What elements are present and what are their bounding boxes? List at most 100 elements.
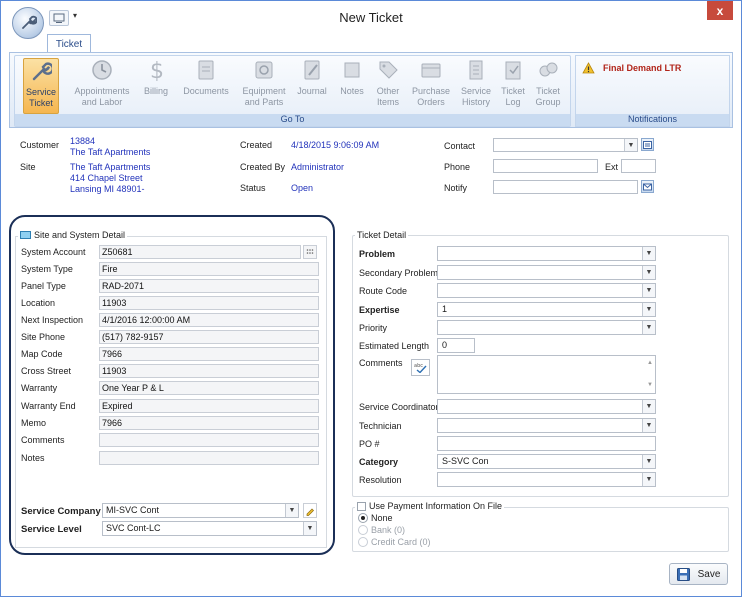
contact-label: Contact (444, 141, 476, 151)
svg-text:abc: abc (414, 363, 423, 369)
site-name-link[interactable]: The Taft Apartments (70, 162, 150, 172)
site-detail-label: Location (21, 298, 56, 308)
secondary-problem-combo[interactable]: ▼ (437, 265, 656, 280)
contact-card-icon (643, 140, 652, 149)
contact-lookup-button[interactable] (641, 138, 654, 151)
site-detail-value: 7966 (99, 416, 319, 430)
site-detail-label: Panel Type (21, 281, 66, 291)
payment-bank-radio[interactable] (358, 525, 368, 535)
notes-button[interactable]: Notes (335, 58, 369, 114)
site-detail-value: 4/1/2016 12:00:00 AM (99, 313, 319, 327)
site-detail-label: Map Code (21, 349, 63, 359)
tag-icon (379, 61, 398, 79)
chevron-down-icon[interactable]: ▼ (285, 504, 298, 517)
priority-combo[interactable]: ▼ (437, 320, 656, 335)
goto-group-label: Go To (15, 114, 570, 126)
chevron-down-icon[interactable]: ▼ (642, 400, 655, 413)
phone-input[interactable] (493, 159, 598, 173)
estimated-length-label: Estimated Length (359, 341, 430, 351)
other-items-button[interactable]: Other Items (371, 58, 405, 114)
chevron-down-icon[interactable]: ▼ (642, 419, 655, 432)
created-by-value: Administrator (291, 162, 345, 172)
service-history-button[interactable]: Service History (457, 58, 495, 114)
secondary-problem-label: Secondary Problem (359, 268, 439, 278)
purchase-orders-button[interactable]: Purchase Orders (409, 58, 453, 114)
chevron-down-icon[interactable]: ▼ (642, 473, 655, 486)
ticket-group-button[interactable]: Ticket Group (531, 58, 565, 114)
payment-none-radio[interactable] (358, 513, 368, 523)
edit-service-company-button[interactable] (303, 503, 317, 518)
chevron-down-icon[interactable]: ▼ (642, 284, 655, 297)
application-menu-button[interactable] (12, 7, 44, 39)
po-input[interactable] (437, 436, 656, 451)
envelope-icon (643, 183, 652, 190)
grid-icon (306, 249, 314, 254)
journal-icon (304, 60, 320, 80)
route-code-combo[interactable]: ▼ (437, 283, 656, 298)
ticket-detail-title: Ticket Detail (355, 230, 409, 240)
technician-combo[interactable]: ▼ (437, 418, 656, 433)
payment-credit-card-radio[interactable] (358, 537, 368, 547)
customer-name-link[interactable]: The Taft Apartments (70, 147, 150, 157)
spellcheck-button[interactable]: abc (411, 359, 430, 376)
payment-bank-label: Bank (0) (371, 525, 406, 535)
notify-input[interactable] (493, 180, 638, 194)
site-detail-title: Site and System Detail (18, 230, 128, 240)
comments-label: Comments (359, 358, 403, 368)
textarea-scroll-down-icon[interactable]: ▼ (647, 379, 653, 392)
contact-combo[interactable]: ▼ (493, 138, 638, 152)
resolution-combo[interactable]: ▼ (437, 472, 656, 487)
chevron-down-icon[interactable]: ▼ (624, 139, 637, 151)
chevron-down-icon[interactable]: ▼ (642, 247, 655, 260)
ext-input[interactable] (621, 159, 656, 173)
chevron-down-icon[interactable]: ▼ (642, 266, 655, 279)
save-icon (676, 567, 690, 581)
site-detail-label: Memo (21, 418, 47, 428)
qat-dropdown-icon[interactable]: ▾ (73, 11, 77, 20)
notify-email-button[interactable] (641, 180, 654, 193)
new-ticket-window: New Ticket ▾ x Ticket Service Ticket Appo… (0, 0, 742, 597)
chevron-down-icon[interactable]: ▼ (642, 321, 655, 334)
status-value: Open (291, 183, 314, 193)
document-icon (198, 60, 214, 80)
chevron-down-icon[interactable]: ▼ (303, 522, 316, 535)
site-address-line1: 414 Chapel Street (70, 173, 143, 183)
chevron-down-icon[interactable]: ▼ (642, 303, 655, 316)
ribbon: Service Ticket Appointments and Labor $ Bi… (9, 52, 733, 128)
service-company-combo[interactable]: MI-SVC Cont ▼ (102, 503, 299, 518)
service-ticket-button[interactable]: Service Ticket (23, 58, 59, 114)
equipment-parts-button[interactable]: Equipment and Parts (237, 58, 291, 114)
textarea-scroll-up-icon[interactable]: ▲ (647, 357, 653, 370)
appointments-labor-button[interactable]: Appointments and Labor (69, 58, 135, 114)
estimated-length-input[interactable]: 0 (437, 338, 475, 353)
system-account-lookup-button[interactable] (303, 245, 317, 259)
log-icon (505, 61, 521, 80)
service-coordinator-combo[interactable]: ▼ (437, 399, 656, 414)
use-payment-checkbox[interactable] (357, 501, 366, 511)
billing-button[interactable]: $ Billing (139, 58, 173, 114)
site-detail-value: 11903 (99, 364, 319, 378)
tab-ticket[interactable]: Ticket (47, 34, 91, 53)
quick-access-button[interactable] (49, 10, 69, 26)
title-bar: New Ticket ▾ x (1, 1, 741, 31)
service-level-label: Service Level (21, 524, 82, 535)
comments-textarea[interactable]: ▲ ▼ (437, 355, 656, 394)
site-detail-value: Expired (99, 399, 319, 413)
ticket-log-button[interactable]: Ticket Log (499, 58, 527, 114)
close-button[interactable]: x (707, 1, 733, 20)
save-button[interactable]: Save (669, 563, 728, 585)
warning-icon (582, 62, 595, 74)
journal-button[interactable]: Journal (293, 58, 331, 114)
chevron-down-icon[interactable]: ▼ (642, 455, 655, 468)
problem-combo[interactable]: ▼ (437, 246, 656, 261)
service-level-combo[interactable]: SVC Cont-LC ▼ (102, 521, 317, 536)
documents-button[interactable]: Documents (179, 58, 233, 114)
resolution-label: Resolution (359, 475, 402, 485)
category-combo[interactable]: S-SVC Con ▼ (437, 454, 656, 469)
wrench-icon (32, 62, 52, 81)
customer-number-link[interactable]: 13884 (70, 136, 95, 146)
notification-item[interactable]: Final Demand LTR (582, 62, 681, 74)
expertise-combo[interactable]: 1 ▼ (437, 302, 656, 317)
payment-title: Use Payment Information On File (355, 501, 505, 511)
notifications-group: Final Demand LTR Notifications (575, 55, 730, 127)
